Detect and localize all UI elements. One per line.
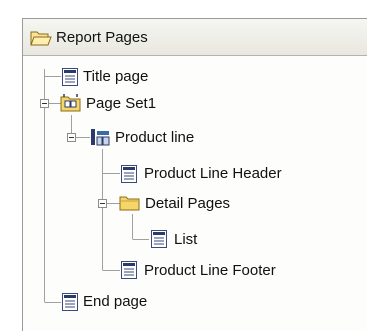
page-icon	[150, 229, 168, 254]
tree-item-label: List	[174, 231, 198, 248]
tree-item-label: Page Set1	[86, 95, 157, 112]
page-icon	[61, 292, 79, 317]
tree-item-label: Product Line Header	[144, 165, 282, 182]
tree-item-label: Product line	[115, 129, 195, 146]
tree-item-label: Title page	[83, 68, 149, 85]
page-icon	[120, 164, 138, 189]
page-icon	[61, 67, 79, 92]
page-set-icon	[60, 93, 82, 118]
product-line-collapse-toggle[interactable]	[67, 133, 76, 142]
tree-item-label: Detail Pages	[145, 195, 231, 212]
folder-icon	[119, 194, 141, 217]
report-pages-panel: Report Pages Title page Page Set1 Produc…	[22, 18, 367, 331]
page-set-collapse-toggle[interactable]	[40, 99, 49, 108]
page-icon	[120, 260, 138, 285]
detail-pages-collapse-toggle[interactable]	[98, 199, 107, 208]
tree-item-label: Product Line Footer	[144, 262, 276, 279]
tree-item-label: End page	[83, 293, 148, 310]
data-container-icon	[90, 127, 110, 152]
